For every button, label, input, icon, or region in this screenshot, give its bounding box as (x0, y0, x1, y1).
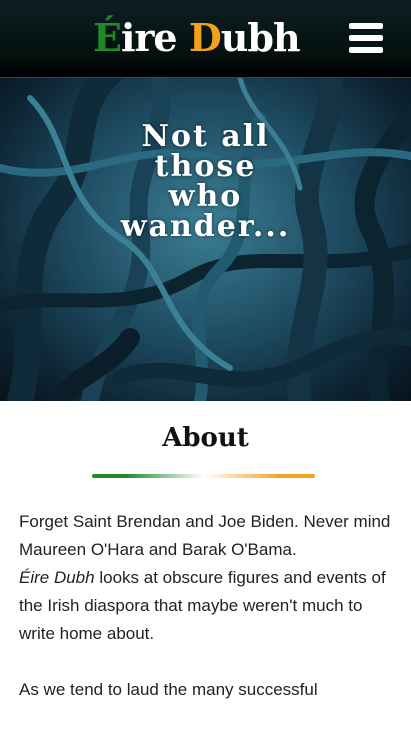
site-name-italic: Éire Dubh (19, 568, 95, 587)
hamburger-menu-icon[interactable] (349, 23, 383, 53)
hero-title-line: those (154, 149, 257, 184)
about-paragraph: Éire Dubh looks at obscure figures and e… (19, 564, 391, 648)
hero-title: Not all those who wander... (60, 122, 351, 242)
hero-title-line: who (168, 179, 243, 214)
menu-bar (349, 23, 383, 29)
logo-text-ire: ire (120, 15, 189, 60)
hero-title-line: Not all (141, 119, 270, 154)
logo-letter-e: É (93, 15, 122, 60)
about-paragraph: Forget Saint Brendan and Joe Biden. Neve… (19, 512, 391, 559)
site-logo[interactable]: Éire Dubh (93, 8, 301, 68)
logo-letter-d: D (188, 15, 222, 60)
section-divider (92, 474, 315, 478)
menu-bar (349, 35, 383, 41)
menu-bar (349, 47, 383, 53)
about-heading: About (162, 423, 249, 453)
hero-title-line: wander... (120, 209, 291, 244)
hero-banner: Not all those who wander... (0, 78, 411, 401)
site-header: Éire Dubh (0, 0, 411, 78)
about-paragraph: As we tend to laud the many successful (19, 680, 318, 699)
logo-text-ubh: ubh (220, 15, 301, 60)
about-body: Forget Saint Brendan and Joe Biden. Neve… (19, 508, 391, 704)
